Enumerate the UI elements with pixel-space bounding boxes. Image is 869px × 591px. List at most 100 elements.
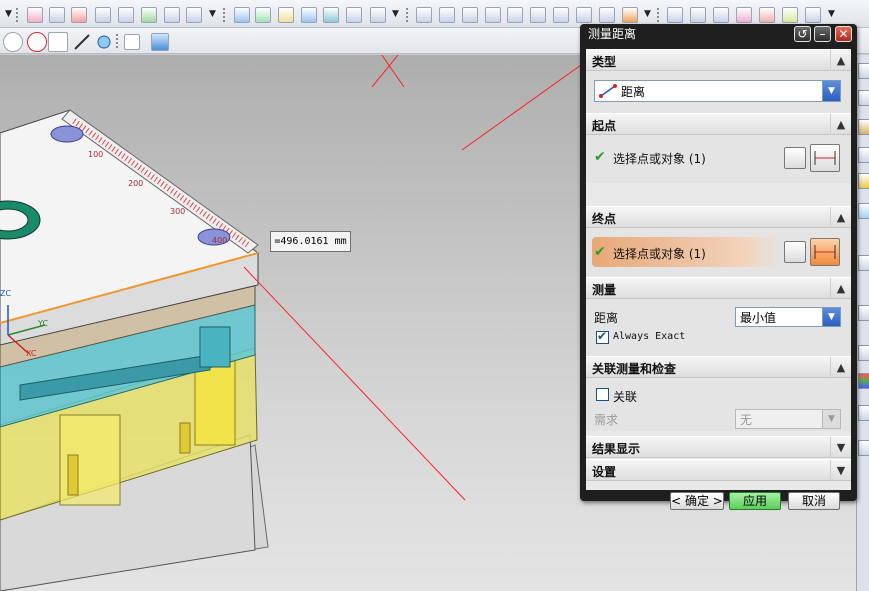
cancel-button[interactable]: 取消: [788, 492, 840, 510]
type-select[interactable]: 距离 ▼: [594, 80, 841, 102]
collapse-icon[interactable]: ▲: [830, 114, 851, 135]
runner-icon[interactable]: [370, 7, 386, 23]
view-orient-icon[interactable]: [462, 7, 478, 23]
close-icon[interactable]: ✕: [835, 26, 852, 42]
user-icon[interactable]: [858, 440, 869, 456]
family-mold-icon[interactable]: [186, 7, 202, 23]
work-part-icon[interactable]: [95, 7, 111, 23]
dropdown-icon[interactable]: ▼: [392, 9, 399, 19]
ruler-label: 400: [212, 236, 228, 245]
trim-icon[interactable]: [530, 7, 546, 23]
tool-a-icon[interactable]: [667, 7, 683, 23]
snap-circle-icon[interactable]: [27, 32, 47, 52]
start-prompt[interactable]: 选择点或对象 (1): [613, 150, 706, 167]
distance-select[interactable]: 最小值 ▼: [735, 307, 841, 327]
collapse-icon[interactable]: ▲: [830, 278, 851, 299]
dropdown-icon[interactable]: ▼: [644, 9, 651, 19]
line-tool-icon[interactable]: [72, 32, 92, 52]
chevron-down-icon[interactable]: ▼: [822, 81, 840, 101]
text-a-icon[interactable]: [805, 7, 821, 23]
reset-icon[interactable]: ↺: [794, 26, 811, 42]
reuse-library-icon[interactable]: [858, 119, 869, 135]
assembly-navigator-icon[interactable]: [858, 63, 869, 79]
point-constructor-icon[interactable]: [784, 241, 806, 263]
gate-icon[interactable]: [346, 7, 362, 23]
collapse-icon[interactable]: ▲: [830, 207, 851, 228]
electrode-icon[interactable]: [507, 7, 523, 23]
associative-checkbox[interactable]: [596, 388, 609, 401]
standard-part-icon[interactable]: [255, 7, 271, 23]
expand-icon[interactable]: ▼: [830, 437, 851, 458]
end-panel: ✔ 选择点或对象 (1): [586, 228, 851, 276]
grid-filter-icon[interactable]: [124, 34, 140, 50]
axis-xc-label: XC: [26, 349, 37, 358]
slider-icon[interactable]: [301, 7, 317, 23]
expand-icon[interactable]: ▼: [830, 460, 851, 481]
crosshair-point-icon[interactable]: [48, 32, 68, 52]
mold-base-icon[interactable]: [234, 7, 250, 23]
drawing-icon[interactable]: [599, 7, 615, 23]
toolbar-overflow-icon[interactable]: ▼: [5, 9, 12, 19]
system-materials-icon[interactable]: [858, 173, 869, 189]
process-studio-icon[interactable]: [858, 345, 869, 361]
collapse-icon[interactable]: ▲: [830, 357, 851, 378]
role-icon[interactable]: [858, 405, 869, 421]
dropdown-icon[interactable]: ▼: [209, 9, 216, 19]
toolbar-grip[interactable]: [16, 8, 18, 22]
section-label: 类型: [592, 55, 617, 69]
ruler-label: 300: [170, 207, 186, 216]
tool-e-icon[interactable]: [782, 7, 798, 23]
project-init-icon[interactable]: [49, 7, 65, 23]
always-exact-checkbox[interactable]: ✔: [596, 329, 609, 344]
minimize-icon[interactable]: –: [814, 26, 831, 42]
eye-hide-icon[interactable]: [439, 7, 455, 23]
associative-section-header[interactable]: 关联测量和检查 ▲: [586, 356, 851, 378]
apply-button[interactable]: 应用: [729, 492, 781, 510]
pocket-icon[interactable]: [553, 7, 569, 23]
workpiece-icon[interactable]: [141, 7, 157, 23]
curve-tool-icon[interactable]: [94, 32, 114, 52]
mold-wizard-icon[interactable]: [27, 7, 43, 23]
casting-icon[interactable]: [622, 7, 638, 23]
type-section-header[interactable]: 类型 ▲: [586, 49, 851, 71]
color-palette-icon[interactable]: [858, 373, 869, 389]
distance-readout: =496.0161 mm: [270, 231, 351, 252]
start-section-header[interactable]: 起点 ▲: [586, 113, 851, 135]
chevron-down-icon[interactable]: ▼: [822, 308, 840, 326]
palette-icon[interactable]: [858, 255, 869, 271]
tool-c-icon[interactable]: [713, 7, 729, 23]
settings-section-header[interactable]: 设置 ▼: [586, 459, 851, 481]
eye-view-icon[interactable]: [416, 7, 432, 23]
distance-type-icon: [599, 83, 617, 99]
collapse-icon[interactable]: ▲: [830, 50, 851, 71]
dropdown-icon[interactable]: ▼: [828, 9, 835, 19]
toolbar-separator: [406, 8, 408, 22]
end-prompt[interactable]: 选择点或对象 (1): [613, 245, 706, 262]
shrinkage-icon[interactable]: [118, 7, 134, 23]
result-display-section-header[interactable]: 结果显示 ▼: [586, 436, 851, 458]
measure-section-header[interactable]: 测量 ▲: [586, 277, 851, 299]
bom-icon[interactable]: [576, 7, 592, 23]
cooling-icon[interactable]: [485, 7, 501, 23]
sub-insert-icon[interactable]: [323, 7, 339, 23]
crosshair-icon[interactable]: [759, 7, 775, 23]
point-dialog-icon[interactable]: [810, 238, 840, 266]
tool-b-icon[interactable]: [690, 7, 706, 23]
type-panel: 距离 ▼: [586, 71, 851, 113]
web-browser-icon[interactable]: [858, 203, 869, 219]
ok-button[interactable]: < 确定 >: [670, 492, 724, 510]
section-label: 测量: [592, 283, 617, 297]
snap-center-icon[interactable]: [3, 32, 23, 52]
always-exact-label: Always Exact: [613, 331, 686, 342]
clock-icon[interactable]: [858, 305, 869, 321]
ejector-pin-icon[interactable]: [278, 7, 294, 23]
part-navigator-icon[interactable]: [858, 90, 869, 106]
tool-d-icon[interactable]: [736, 7, 752, 23]
history-icon[interactable]: [858, 147, 869, 163]
point-dialog-icon[interactable]: [810, 144, 840, 172]
heart-shape-icon[interactable]: [71, 7, 87, 23]
point-constructor-icon[interactable]: [784, 147, 806, 169]
layout-icon[interactable]: [164, 7, 180, 23]
cube-icon[interactable]: [151, 33, 169, 51]
end-section-header[interactable]: 终点 ▲: [586, 206, 851, 228]
